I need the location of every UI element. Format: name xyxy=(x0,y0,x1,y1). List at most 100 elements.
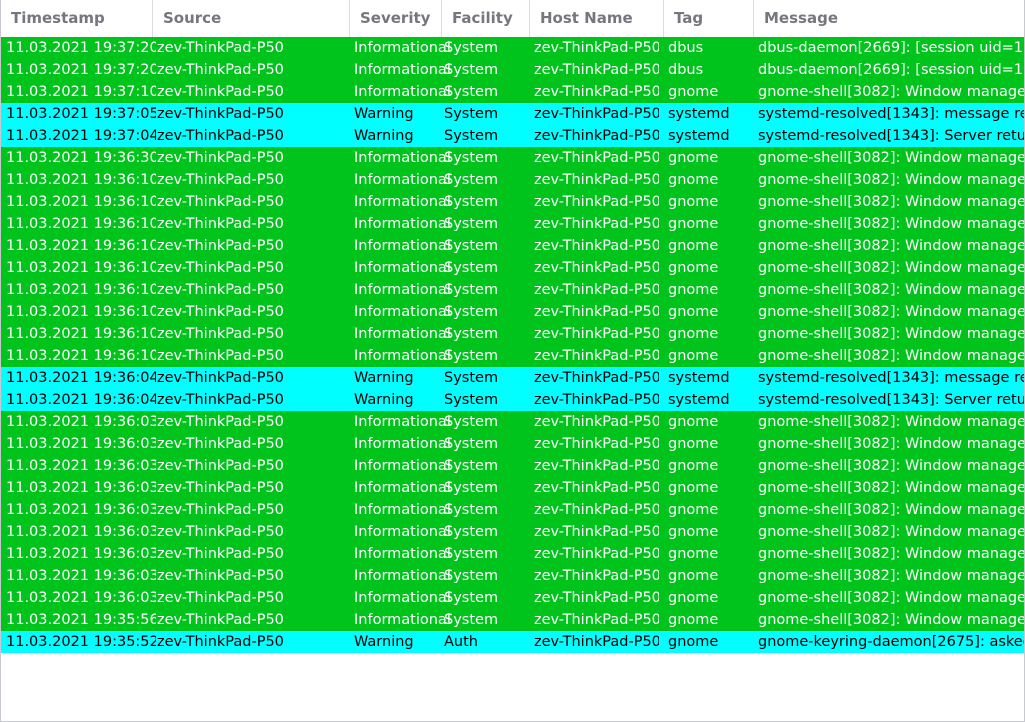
table-row[interactable]: 11.03.2021 19:36:10 zev-ThinkPad-P50 Infor… xyxy=(1,301,1024,323)
cell-tag: systemd xyxy=(668,128,730,144)
cell-severity: Informational xyxy=(354,502,451,518)
cell-tag: dbus xyxy=(668,40,704,56)
cell-host-name: zev-ThinkPad-P50 xyxy=(534,172,659,188)
column-header-timestamp[interactable]: Timestamp xyxy=(1,0,152,37)
cell-host-name: zev-ThinkPad-P50 xyxy=(534,106,659,122)
cell-timestamp: 11.03.2021 19:36:03 xyxy=(6,546,156,562)
table-row[interactable]: 11.03.2021 19:36:03 zev-ThinkPad-P50 Infor… xyxy=(1,455,1024,477)
cell-message: gnome-shell[3082]: Window manager warn xyxy=(758,502,1024,518)
cell-message: gnome-shell[3082]: Window manager warn xyxy=(758,282,1024,298)
cell-timestamp: 11.03.2021 19:36:03 xyxy=(6,568,156,584)
cell-facility: System xyxy=(444,304,499,320)
cell-timestamp: 11.03.2021 19:36:03 xyxy=(6,480,156,496)
table-row[interactable]: 11.03.2021 19:36:03 zev-ThinkPad-P50 Infor… xyxy=(1,411,1024,433)
cell-facility: System xyxy=(444,546,499,562)
cell-source: zev-ThinkPad-P50 xyxy=(157,348,284,364)
cell-tag: gnome xyxy=(668,634,719,650)
cell-message: systemd-resolved[1343]: Server returned … xyxy=(758,392,1024,408)
cell-severity: Warning xyxy=(354,634,414,650)
cell-source: zev-ThinkPad-P50 xyxy=(157,282,284,298)
table-row[interactable]: 11.03.2021 19:36:03 zev-ThinkPad-P50 Infor… xyxy=(1,499,1024,521)
table-row[interactable]: 11.03.2021 19:36:10 zev-ThinkPad-P50 Infor… xyxy=(1,191,1024,213)
column-header-tag[interactable]: Tag xyxy=(663,0,753,37)
cell-severity: Informational xyxy=(354,612,451,628)
cell-tag: gnome xyxy=(668,502,719,518)
cell-message: gnome-shell[3082]: Window manager warn xyxy=(758,414,1024,430)
table-row[interactable]: 11.03.2021 19:36:03 zev-ThinkPad-P50 Infor… xyxy=(1,565,1024,587)
cell-tag: gnome xyxy=(668,326,719,342)
cell-tag: gnome xyxy=(668,194,719,210)
cell-severity: Warning xyxy=(354,392,414,408)
cell-severity: Informational xyxy=(354,40,451,56)
cell-facility: System xyxy=(444,348,499,364)
cell-timestamp: 11.03.2021 19:36:03 xyxy=(6,414,156,430)
cell-severity: Informational xyxy=(354,194,451,210)
column-header-message[interactable]: Message xyxy=(753,0,1024,37)
table-row[interactable]: 11.03.2021 19:37:04 zev-ThinkPad-P50 Warni… xyxy=(1,125,1024,147)
cell-tag: systemd xyxy=(668,392,730,408)
table-row[interactable]: 11.03.2021 19:36:10 zev-ThinkPad-P50 Infor… xyxy=(1,257,1024,279)
cell-message: gnome-shell[3082]: Window manager warn xyxy=(758,194,1024,210)
cell-source: zev-ThinkPad-P50 xyxy=(157,414,284,430)
cell-timestamp: 11.03.2021 19:36:10 xyxy=(6,348,156,364)
cell-timestamp: 11.03.2021 19:37:20 xyxy=(6,62,156,78)
cell-severity: Informational xyxy=(354,282,451,298)
cell-host-name: zev-ThinkPad-P50 xyxy=(534,282,659,298)
column-header-severity[interactable]: Severity xyxy=(349,0,441,37)
cell-message: gnome-shell[3082]: Window manager warn xyxy=(758,568,1024,584)
cell-tag: gnome xyxy=(668,282,719,298)
table-row[interactable]: 11.03.2021 19:36:10 zev-ThinkPad-P50 Infor… xyxy=(1,235,1024,257)
column-header-source[interactable]: Source xyxy=(152,0,349,37)
cell-tag: gnome xyxy=(668,458,719,474)
cell-host-name: zev-ThinkPad-P50 xyxy=(534,260,659,276)
table-row[interactable]: 11.03.2021 19:36:30 zev-ThinkPad-P50 Infor… xyxy=(1,147,1024,169)
cell-message: gnome-shell[3082]: Window manager warn xyxy=(758,436,1024,452)
cell-host-name: zev-ThinkPad-P50 xyxy=(534,150,659,166)
cell-severity: Informational xyxy=(354,62,451,78)
column-header-host-name[interactable]: Host Name xyxy=(529,0,663,37)
table-row[interactable]: 11.03.2021 19:37:20 zev-ThinkPad-P50 Infor… xyxy=(1,59,1024,81)
table-row[interactable]: 11.03.2021 19:36:03 zev-ThinkPad-P50 Infor… xyxy=(1,543,1024,565)
table-row[interactable]: 11.03.2021 19:36:10 zev-ThinkPad-P50 Infor… xyxy=(1,345,1024,367)
cell-facility: System xyxy=(444,436,499,452)
cell-severity: Informational xyxy=(354,414,451,430)
cell-severity: Informational xyxy=(354,480,451,496)
table-row[interactable]: 11.03.2021 19:36:03 zev-ThinkPad-P50 Infor… xyxy=(1,587,1024,609)
cell-timestamp: 11.03.2021 19:36:10 xyxy=(6,216,156,232)
cell-facility: System xyxy=(444,260,499,276)
table-row[interactable]: 11.03.2021 19:36:04 zev-ThinkPad-P50 Warni… xyxy=(1,389,1024,411)
cell-host-name: zev-ThinkPad-P50 xyxy=(534,304,659,320)
cell-host-name: zev-ThinkPad-P50 xyxy=(534,502,659,518)
table-row[interactable]: 11.03.2021 19:36:10 zev-ThinkPad-P50 Infor… xyxy=(1,279,1024,301)
table-row[interactable]: 11.03.2021 19:35:52 zev-ThinkPad-P50 Warni… xyxy=(1,631,1024,653)
cell-host-name: zev-ThinkPad-P50 xyxy=(534,216,659,232)
cell-source: zev-ThinkPad-P50 xyxy=(157,216,284,232)
cell-host-name: zev-ThinkPad-P50 xyxy=(534,84,659,100)
table-row[interactable]: 11.03.2021 19:36:10 zev-ThinkPad-P50 Infor… xyxy=(1,213,1024,235)
cell-source: zev-ThinkPad-P50 xyxy=(157,194,284,210)
cell-facility: System xyxy=(444,194,499,210)
table-row[interactable]: 11.03.2021 19:37:20 zev-ThinkPad-P50 Infor… xyxy=(1,37,1024,59)
cell-tag: systemd xyxy=(668,106,730,122)
table-row[interactable]: 11.03.2021 19:36:10 zev-ThinkPad-P50 Infor… xyxy=(1,169,1024,191)
cell-tag: gnome xyxy=(668,612,719,628)
cell-source: zev-ThinkPad-P50 xyxy=(157,172,284,188)
table-row[interactable]: 11.03.2021 19:37:10 zev-ThinkPad-P50 Infor… xyxy=(1,81,1024,103)
table-row[interactable]: 11.03.2021 19:36:04 zev-ThinkPad-P50 Warni… xyxy=(1,367,1024,389)
cell-timestamp: 11.03.2021 19:36:04 xyxy=(6,370,156,386)
table-row[interactable]: 11.03.2021 19:36:03 zev-ThinkPad-P50 Infor… xyxy=(1,477,1024,499)
cell-message: gnome-shell[3082]: Window manager warn xyxy=(758,216,1024,232)
cell-timestamp: 11.03.2021 19:36:04 xyxy=(6,392,156,408)
table-row[interactable]: 11.03.2021 19:36:10 zev-ThinkPad-P50 Infor… xyxy=(1,323,1024,345)
cell-facility: System xyxy=(444,150,499,166)
table-row[interactable]: 11.03.2021 19:36:03 zev-ThinkPad-P50 Infor… xyxy=(1,521,1024,543)
table-row[interactable]: 11.03.2021 19:35:56 zev-ThinkPad-P50 Infor… xyxy=(1,609,1024,631)
cell-source: zev-ThinkPad-P50 xyxy=(157,128,284,144)
table-row[interactable]: 11.03.2021 19:37:05 zev-ThinkPad-P50 Warni… xyxy=(1,103,1024,125)
cell-severity: Informational xyxy=(354,348,451,364)
cell-host-name: zev-ThinkPad-P50 xyxy=(534,612,659,628)
cell-source: zev-ThinkPad-P50 xyxy=(157,568,284,584)
table-row[interactable]: 11.03.2021 19:36:03 zev-ThinkPad-P50 Infor… xyxy=(1,433,1024,455)
column-header-facility[interactable]: Facility xyxy=(441,0,529,37)
cell-host-name: zev-ThinkPad-P50 xyxy=(534,590,659,606)
